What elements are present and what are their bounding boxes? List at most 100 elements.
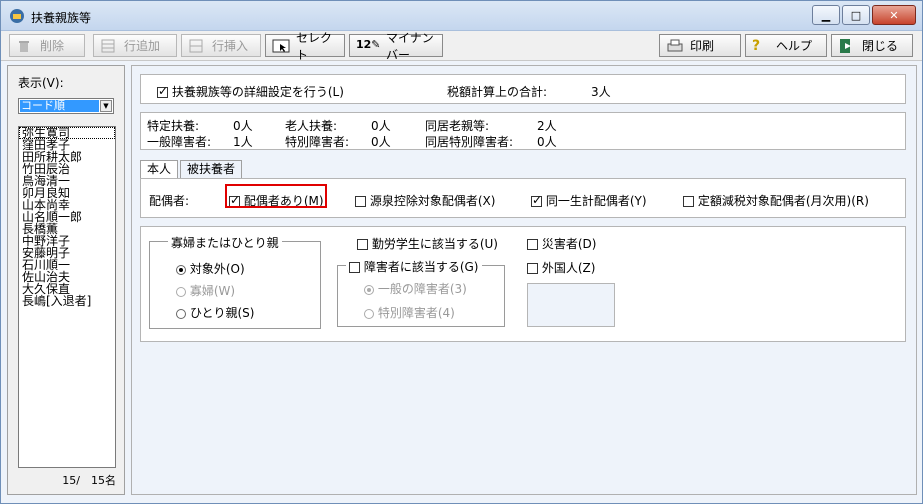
same-household-label: 同一生計配偶者(Y) [545, 194, 647, 208]
maximize-icon: □ [850, 8, 862, 22]
insert-row-label: 行挿入 [212, 39, 249, 53]
delete-button[interactable]: 削除 [9, 34, 85, 57]
disabled-option-general-label: 一般の障害者(3) [377, 282, 467, 296]
mynumber-label: マイナンバー [386, 30, 434, 62]
widow-option-none[interactable]: 対象外(O) [176, 260, 245, 277]
print-label: 印刷 [690, 39, 715, 53]
maximize-button[interactable]: □ [842, 5, 870, 25]
add-row-button[interactable]: 行追加 [93, 34, 177, 57]
personal-attributes-box: 寡婦またはひとり親 対象外(O) 寡婦(W) ひとり親(S) 勤労学生に該当する… [140, 226, 906, 342]
add-row-label: 行追加 [124, 39, 161, 53]
detail-setting-label: 扶養親族等の詳細設定を行う(L) [171, 85, 344, 99]
cohabit-elderly-label: 同居老親等: [425, 119, 490, 133]
general-disabled-value: 1人 [233, 135, 253, 149]
disabled-group: 障害者に該当する(G) 一般の障害者(3) 特別障害者(4) [337, 258, 505, 327]
disabled-option-special-radio[interactable] [364, 308, 374, 319]
disaster-checkbox[interactable]: 災害者(D) [527, 235, 596, 252]
same-household-check[interactable] [531, 193, 542, 207]
select-button[interactable]: セレクト [265, 31, 345, 62]
working-student-label: 勤労学生に該当する(U) [371, 237, 498, 251]
add-row-icon [100, 38, 118, 54]
specific-dependent-value: 0人 [233, 119, 253, 133]
detail-setting-checkbox[interactable]: 扶養親族等の詳細設定を行う(L) [157, 83, 344, 100]
widow-option-widow-radio[interactable] [176, 286, 186, 297]
foreigner-detail-box [527, 283, 615, 327]
special-disabled-value: 0人 [371, 135, 391, 149]
minimize-button[interactable]: ▁ [812, 5, 840, 25]
minimize-icon: ▁ [821, 8, 831, 22]
close-window-button[interactable]: ✕ [872, 5, 916, 25]
window: 扶養親族等 ▁ □ ✕ 削除 行追加 行挿入 セレクト 12✎ マイナンバー 印… [0, 0, 923, 504]
summary-box: 特定扶養: 0人 老人扶養: 0人 同居老親等: 2人 一般障害者: 1人 特別… [140, 112, 906, 150]
window-controls: ▁ □ ✕ [810, 5, 916, 25]
disabled-label: 障害者に該当する(G) [363, 260, 479, 274]
withholding-spouse-checkbox[interactable]: 源泉控除対象配偶者(X) [355, 192, 495, 209]
help-icon: ? [752, 37, 761, 54]
widow-option-widow-label: 寡婦(W) [189, 284, 236, 298]
disabled-check[interactable] [349, 262, 360, 273]
disaster-label: 災害者(D) [541, 237, 597, 251]
spouse-highlight-box [225, 184, 327, 208]
cohabit-special-label: 同居特別障害者: [425, 135, 514, 149]
trash-icon [16, 38, 34, 54]
same-household-checkbox[interactable]: 同一生計配偶者(Y) [531, 192, 647, 209]
exit-icon [838, 38, 856, 54]
widow-group: 寡婦またはひとり親 対象外(O) 寡婦(W) ひとり親(S) [149, 234, 321, 329]
general-disabled-label: 一般障害者: [147, 135, 212, 149]
tab-dependents[interactable]: 被扶養者 [180, 160, 243, 178]
sort-select[interactable]: コード順 ▼ [18, 98, 114, 114]
help-label: ヘルプ [776, 39, 813, 53]
employee-list[interactable]: 弥生寛司 窪田孝子 田所耕太郎 竹田辰治 鳥海清一 卯月良知 山本尚幸 山名順一… [18, 126, 116, 468]
elderly-dependent-value: 0人 [371, 119, 391, 133]
disaster-check[interactable] [527, 239, 538, 250]
fixed-reduction-checkbox[interactable]: 定額減税対象配偶者(月次用)(R) [683, 192, 869, 209]
delete-label: 削除 [40, 39, 65, 53]
disabled-option-general[interactable]: 一般の障害者(3) [364, 280, 467, 297]
foreigner-checkbox[interactable]: 外国人(Z) [527, 259, 595, 276]
select-label: セレクト [296, 30, 333, 62]
printer-icon [666, 38, 684, 54]
view-label: 表示(V): [18, 76, 64, 90]
foreigner-check[interactable] [527, 263, 538, 274]
disabled-option-special[interactable]: 特別障害者(4) [364, 304, 455, 321]
detail-setting-check[interactable] [157, 84, 168, 98]
widow-option-none-label: 対象外(O) [189, 262, 245, 276]
tax-total-value: 3人 [591, 85, 611, 99]
employee-count: 15/ 15名 [62, 474, 116, 487]
widow-option-none-radio[interactable] [176, 264, 186, 275]
widow-option-widow[interactable]: 寡婦(W) [176, 282, 235, 299]
widow-option-single-parent-radio[interactable] [176, 308, 186, 319]
working-student-check[interactable] [357, 239, 368, 250]
select-icon [272, 38, 290, 54]
widow-option-single-parent-label: ひとり親(S) [189, 306, 255, 320]
insert-row-button[interactable]: 行挿入 [181, 34, 261, 57]
elderly-dependent-label: 老人扶養: [285, 119, 338, 133]
cohabit-special-value: 0人 [537, 135, 557, 149]
app-icon [10, 9, 24, 23]
cohabit-elderly-value: 2人 [537, 119, 557, 133]
withholding-spouse-label: 源泉控除対象配偶者(X) [369, 194, 496, 208]
spouse-box: 配偶者: 配偶者あり(M) 源泉控除対象配偶者(X) 同一生計配偶者(Y) 定額… [140, 178, 906, 218]
employee-panel: 表示(V): コード順 ▼ 弥生寛司 窪田孝子 田所耕太郎 竹田辰治 鳥海清一 … [7, 65, 125, 495]
spouse-label: 配偶者: [149, 194, 190, 208]
detail-panel: 扶養親族等の詳細設定を行う(L) 税額計算上の合計: 3人 特定扶養: 0人 老… [131, 65, 917, 495]
specific-dependent-label: 特定扶養: [147, 119, 200, 133]
close-label: 閉じる [862, 39, 899, 53]
widow-option-single-parent[interactable]: ひとり親(S) [176, 304, 254, 321]
widow-group-title: 寡婦またはひとり親 [168, 234, 282, 251]
mynumber-button[interactable]: 12✎ マイナンバー [349, 31, 443, 62]
disabled-checkbox[interactable]: 障害者に該当する(G) [346, 258, 482, 275]
print-button[interactable]: 印刷 [659, 34, 741, 57]
working-student-checkbox[interactable]: 勤労学生に該当する(U) [357, 235, 498, 252]
title-bar: 扶養親族等 ▁ □ ✕ [1, 1, 922, 31]
tab-self[interactable]: 本人 [140, 160, 179, 178]
withholding-spouse-check[interactable] [355, 196, 366, 207]
help-button[interactable]: ? ヘルプ [745, 34, 827, 57]
fixed-reduction-check[interactable] [683, 196, 694, 207]
special-disabled-label: 特別障害者: [285, 135, 350, 149]
close-button[interactable]: 閉じる [831, 34, 913, 57]
foreigner-label: 外国人(Z) [541, 261, 596, 275]
disabled-option-general-radio[interactable] [364, 284, 374, 295]
list-item[interactable]: 長嶋[入退者] [19, 295, 115, 307]
chevron-down-icon: ▼ [100, 100, 112, 112]
